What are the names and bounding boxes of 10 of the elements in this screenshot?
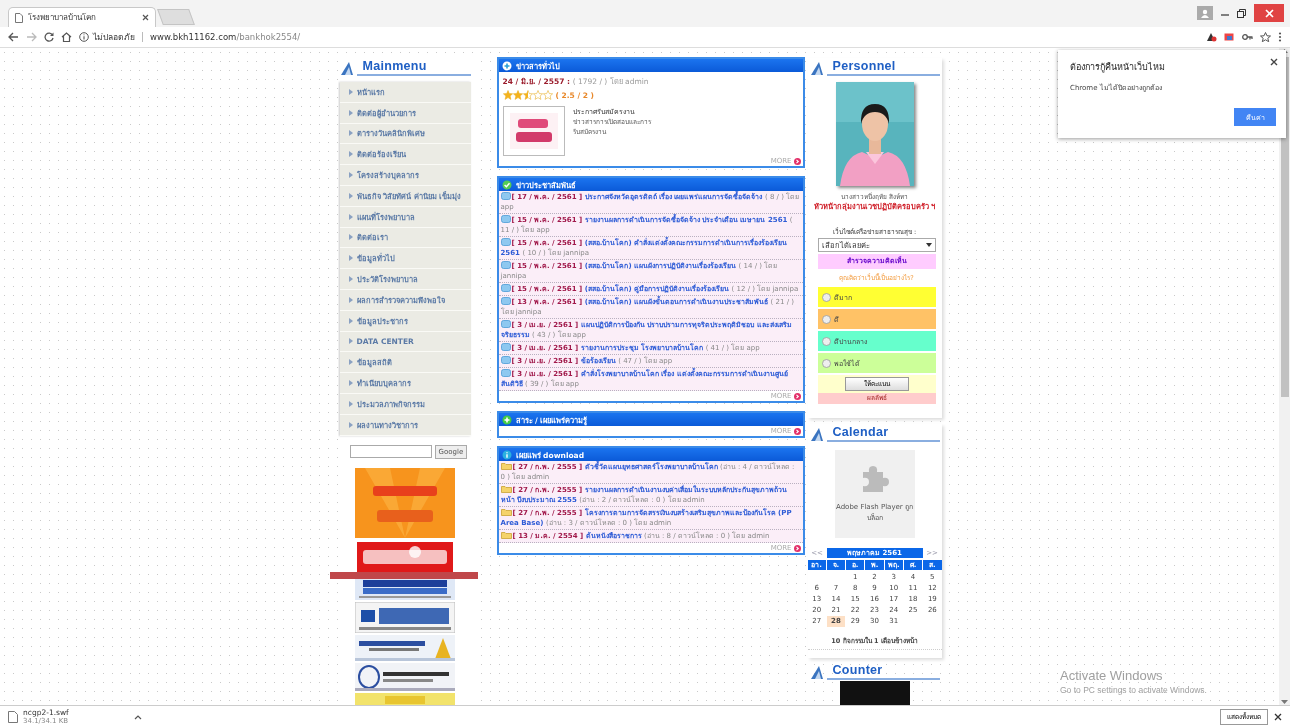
security-label: ไม่ปลอดภัย: [93, 31, 135, 44]
activation-message: Go to PC settings to activate Windows.: [1060, 685, 1207, 695]
url-text: www.bkh11162.com/bankhok2554/: [150, 32, 301, 42]
section-title: Counter: [832, 663, 883, 677]
section-title: Mainmenu: [362, 59, 427, 73]
section-title: Personnel: [832, 59, 896, 73]
activation-title: Activate Windows: [1060, 668, 1164, 683]
browser-tab[interactable]: โรงพยาบาลบ้านโคก: [8, 7, 156, 27]
popup-title: ต้องการกู้คืนหน้าเว็บไหม: [1070, 60, 1166, 74]
section-title: Calendar: [832, 425, 889, 439]
